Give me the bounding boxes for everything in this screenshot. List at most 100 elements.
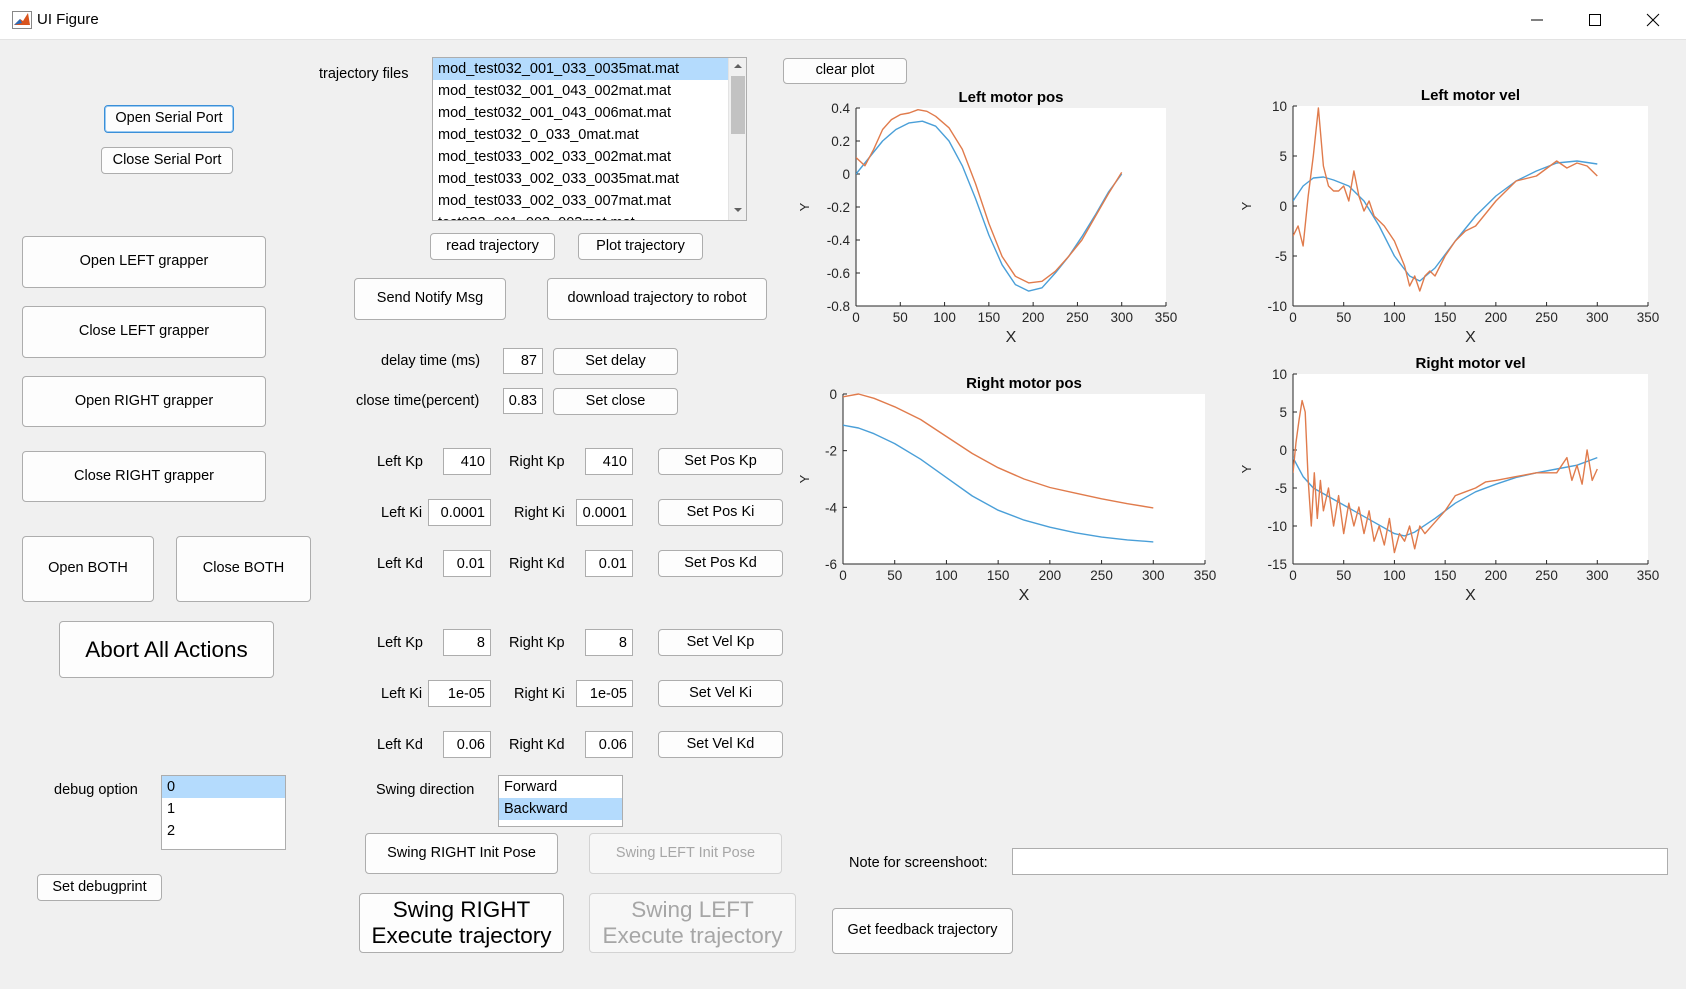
vel-right-kd-field[interactable]: 0.06 [585,731,633,758]
debug-option-listbox[interactable]: 0 1 2 [161,775,286,850]
clear-plot-button[interactable]: clear plot [783,58,907,84]
vel-left-kd-field[interactable]: 0.06 [443,731,491,758]
trajectory-file-item[interactable]: mod_test032_001_043_002mat.mat [433,80,746,102]
y-tick-label: 10 [1272,367,1287,382]
trajectory-file-item[interactable]: mod_test032_001_033_0035mat.mat [433,58,746,80]
trajectory-file-item[interactable]: mod_test033_002_033_002mat.mat [433,146,746,168]
close-right-grabber-button[interactable]: Close RIGHT grapper [22,451,266,502]
plot-trajectory-button[interactable]: Plot trajectory [578,233,703,260]
swing-right-execute-button[interactable]: Swing RIGHT Execute trajectory [359,893,564,953]
x-tick-label: 350 [1155,310,1178,325]
close-serial-port-button[interactable]: Close Serial Port [101,147,233,174]
swing-left-execute-line2: Execute trajectory [602,923,783,948]
y-tick-label: 0 [829,387,837,402]
swing-direction-item[interactable]: Backward [499,798,622,820]
x-axis-label: X [1006,329,1017,346]
debug-option-item[interactable]: 1 [162,798,285,820]
y-tick-label: 0.4 [831,101,850,116]
debug-option-item[interactable]: 0 [162,776,285,798]
trajectory-file-item[interactable]: mod_test033_002_033_0035mat.mat [433,168,746,190]
swing-left-execute-line1: Swing LEFT [631,897,754,923]
close-left-grabber-button[interactable]: Close LEFT grapper [22,306,266,358]
vel-right-kp-label: Right Kp [509,635,565,651]
trajectory-files-listbox[interactable]: mod_test032_001_033_0035mat.mat mod_test… [432,57,747,221]
minimize-button[interactable] [1508,0,1566,40]
x-tick-label: 300 [1142,568,1165,583]
open-left-grabber-button[interactable]: Open LEFT grapper [22,236,266,288]
x-tick-label: 0 [1289,568,1297,583]
y-axis-label: Y [1239,464,1254,473]
vel-right-ki-field[interactable]: 1e-05 [576,680,633,707]
y-tick-label: -0.8 [827,299,850,314]
pos-left-ki-label: Left Ki [381,505,423,521]
vel-left-ki-field[interactable]: 1e-05 [428,680,491,707]
vel-right-kp-field[interactable]: 8 [585,629,633,656]
right-motor-vel-chart: 0 50 100 150 200 250 300 350 -15 -10 -5 0 5 10 Right m… [1239,355,1659,604]
minimize-icon [1531,19,1543,21]
pos-left-ki-field[interactable]: 0.0001 [428,499,491,526]
debug-option-item[interactable]: 2 [162,820,285,842]
open-right-grabber-button[interactable]: Open RIGHT grapper [22,376,266,427]
x-tick-label: 50 [893,310,908,325]
x-tick-label: 200 [1485,310,1508,325]
set-vel-kp-button[interactable]: Set Vel Kp [658,629,783,656]
x-tick-label: 250 [1066,310,1089,325]
y-tick-label: -5 [1275,481,1287,496]
x-tick-label: 350 [1637,310,1660,325]
maximize-icon [1589,14,1601,26]
y-tick-label: -0.2 [827,200,850,215]
pos-right-kd-field[interactable]: 0.01 [585,550,633,577]
close-time-field[interactable]: 0.83 [503,388,543,414]
maximize-button[interactable] [1566,0,1624,40]
open-both-button[interactable]: Open BOTH [22,536,154,602]
left-motor-pos-chart: 0 50 100 150 200 250 300 350 -0.8 -0.6 -0.4 -0.2 0 0.… [797,89,1178,346]
x-tick-label: 250 [1535,568,1558,583]
close-both-button[interactable]: Close BOTH [176,536,311,602]
read-trajectory-button[interactable]: read trajectory [430,233,555,260]
vel-left-kp-field[interactable]: 8 [443,629,491,656]
close-window-button[interactable] [1624,0,1682,40]
swing-direction-item[interactable]: Forward [499,776,622,798]
note-input[interactable] [1012,848,1668,875]
send-notify-msg-button[interactable]: Send Notify Msg [354,278,506,320]
x-tick-label: 100 [935,568,958,583]
set-close-button[interactable]: Set close [553,388,678,415]
abort-all-actions-button[interactable]: Abort All Actions [59,621,274,678]
trajectory-file-item[interactable]: test033_001_003_003mat.mat [433,212,746,220]
y-tick-label: 0 [1279,443,1287,458]
x-tick-label: 250 [1535,310,1558,325]
y-tick-label: -15 [1267,557,1287,572]
open-serial-port-button[interactable]: Open Serial Port [104,105,234,133]
x-tick-label: 250 [1090,568,1113,583]
scrollbar-thumb[interactable] [731,76,745,134]
pos-right-ki-field[interactable]: 0.0001 [576,499,633,526]
y-tick-label: 10 [1272,99,1287,114]
pos-right-kp-field[interactable]: 410 [585,448,633,475]
set-vel-kd-button[interactable]: Set Vel Kd [658,731,783,758]
y-tick-label: -0.6 [827,266,850,281]
set-pos-kd-button[interactable]: Set Pos Kd [658,550,783,577]
get-feedback-trajectory-button[interactable]: Get feedback trajectory [832,908,1013,954]
trajectory-file-item[interactable]: mod_test032_0_033_0mat.mat [433,124,746,146]
set-pos-ki-button[interactable]: Set Pos Ki [658,499,783,526]
y-tick-label: 5 [1279,405,1287,420]
set-vel-ki-button[interactable]: Set Vel Ki [658,680,783,707]
listbox-scrollbar[interactable] [728,58,746,220]
set-debugprint-button[interactable]: Set debugprint [37,874,162,901]
set-pos-kp-button[interactable]: Set Pos Kp [658,448,783,475]
plot-area [856,108,1166,306]
delay-time-field[interactable]: 87 [503,348,543,374]
swing-direction-listbox[interactable]: Forward Backward [498,775,623,827]
download-trajectory-button[interactable]: download trajectory to robot [547,278,767,320]
x-tick-label: 300 [1586,568,1609,583]
swing-right-init-pose-button[interactable]: Swing RIGHT Init Pose [365,833,558,874]
pos-left-kp-field[interactable]: 410 [443,448,491,475]
set-delay-button[interactable]: Set delay [553,348,678,375]
x-tick-label: 200 [1022,310,1045,325]
trajectory-file-item[interactable]: mod_test032_001_043_006mat.mat [433,102,746,124]
scroll-up-icon[interactable] [733,62,743,70]
trajectory-file-item[interactable]: mod_test033_002_033_007mat.mat [433,190,746,212]
x-tick-label: 300 [1586,310,1609,325]
pos-left-kd-field[interactable]: 0.01 [443,550,491,577]
scroll-down-icon[interactable] [733,206,743,214]
